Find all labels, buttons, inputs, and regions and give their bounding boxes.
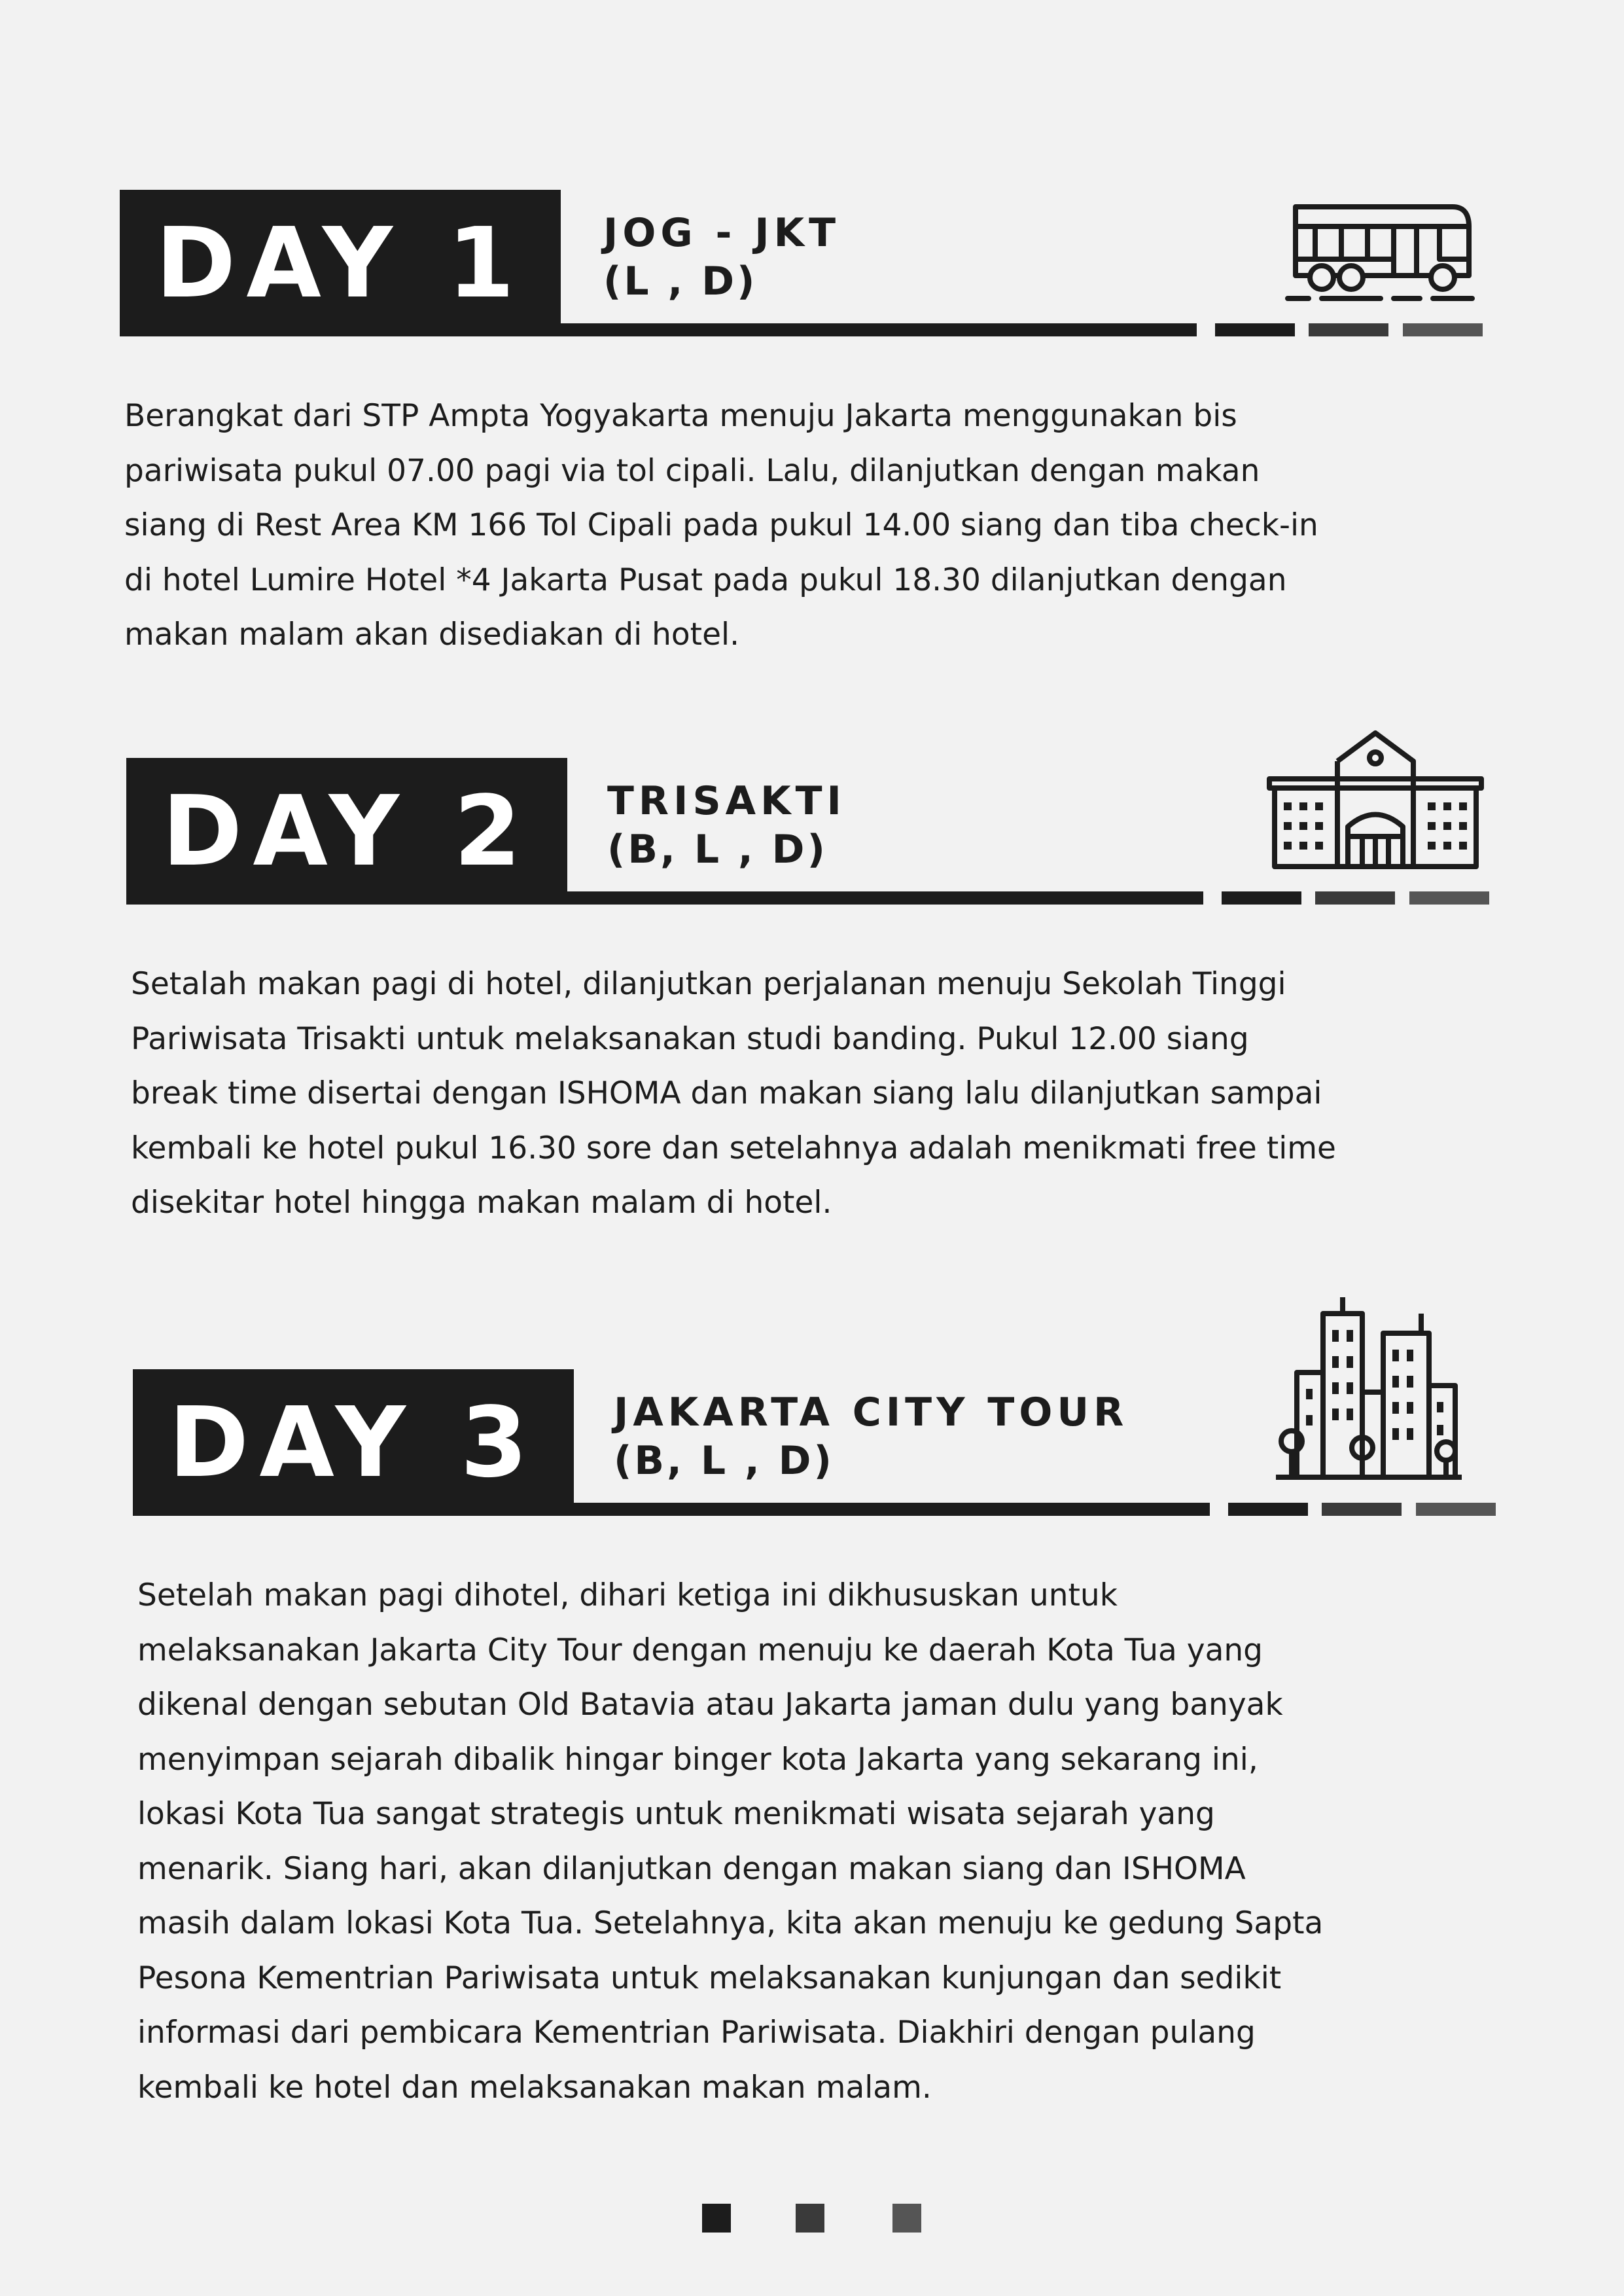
day-label: DAY 1 [155,207,525,319]
day-meals: (B, L , D) [614,1438,834,1484]
day-label: DAY 2 [162,775,532,888]
underline-segment-mid [1322,1503,1402,1516]
day-description: Berangkat dari STP Ampta Yogyakarta menu… [124,398,1318,653]
header-underline [133,1503,1210,1516]
underline-segment-dark [1215,323,1295,336]
underline-segment-light [1416,1503,1496,1516]
day-3-section: DAY 3 JAKARTA CITY TOUR (B, L , D) Setel… [0,1297,1624,2106]
day-label-block: DAY 3 [133,1369,574,1516]
page-indicator-square-mid [796,2204,824,2233]
underline-segment-dark [1222,891,1301,905]
underline-segment-light [1409,891,1489,905]
day-label-block: DAY 2 [126,758,567,905]
day-description: Setalah makan pagi di hotel, dilanjutkan… [131,966,1336,1221]
day-label-block: DAY 1 [120,190,561,336]
day-label: DAY 3 [168,1386,538,1499]
day-description: Setelah makan pagi dihotel, dihari ketig… [137,1577,1324,2106]
bus-icon [1282,200,1479,312]
underline-segment-mid [1309,323,1388,336]
underline-segment-dark [1228,1503,1308,1516]
day-title: JOG - JKT [603,210,841,256]
day-title: TRISAKTI [607,778,846,824]
day-title: JAKARTA CITY TOUR [614,1390,1129,1435]
school-building-icon [1264,725,1487,872]
day-meals: (B, L , D) [607,827,828,872]
header-underline [126,891,1203,905]
header-underline [120,323,1197,336]
underline-segment-mid [1315,891,1395,905]
city-skyline-icon [1271,1294,1467,1484]
day-meals: (L , D) [603,259,758,304]
underline-segment-light [1403,323,1483,336]
page-indicator-square-dark [702,2204,731,2233]
page-indicator-square-light [892,2204,921,2233]
